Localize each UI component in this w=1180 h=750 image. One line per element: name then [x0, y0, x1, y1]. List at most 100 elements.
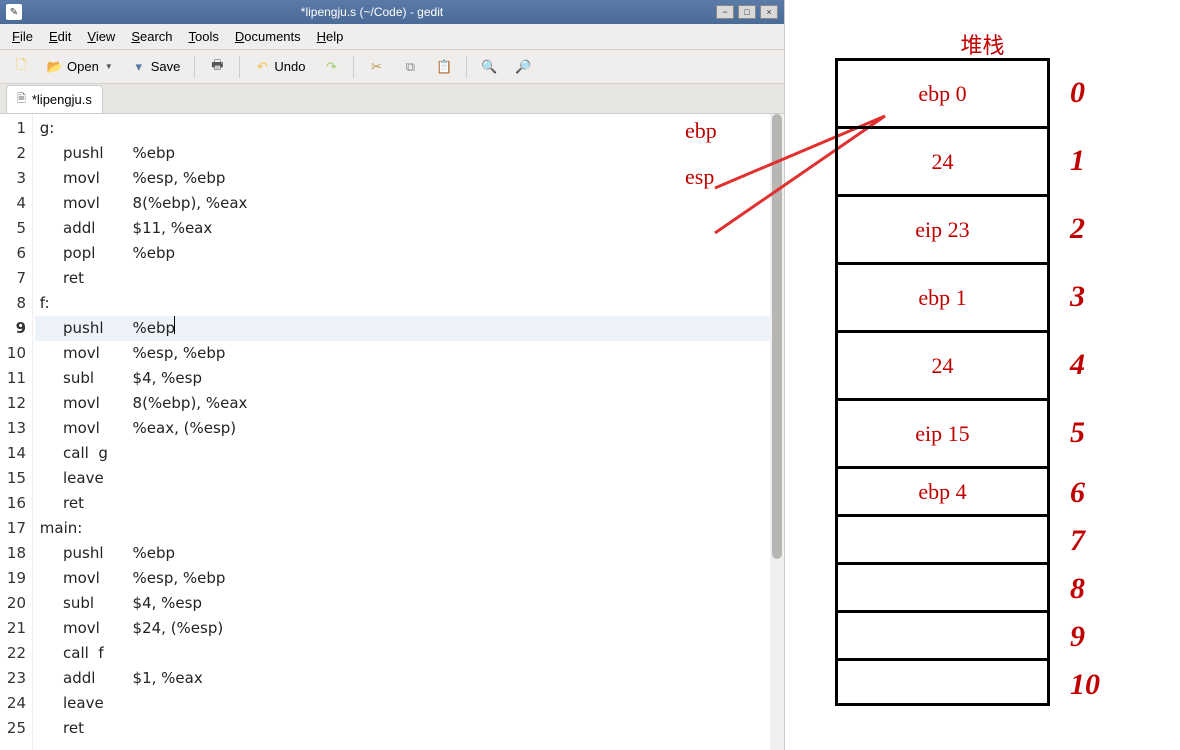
code-line[interactable]: subl $4, %esp	[35, 591, 784, 616]
code-line[interactable]: movl %esp, %ebp	[35, 566, 784, 591]
mnemonic: pushl	[63, 316, 123, 341]
code-line[interactable]: f:	[35, 291, 784, 316]
menu-edit[interactable]: Edit	[41, 26, 79, 47]
mnemonic: subl	[63, 591, 123, 616]
menu-view[interactable]: View	[79, 26, 123, 47]
mnemonic: movl	[63, 616, 123, 641]
code-line[interactable]: movl %eax, (%esp)	[35, 416, 784, 441]
code-editor[interactable]: 1234567891011121314151617181920212223242…	[0, 114, 784, 750]
redo-button[interactable]: ↷	[316, 55, 346, 79]
code-line[interactable]: ret	[35, 491, 784, 516]
paste-button[interactable]: 📋	[429, 55, 459, 79]
code-line[interactable]: movl %esp, %ebp	[35, 166, 784, 191]
menu-documents[interactable]: Documents	[227, 26, 309, 47]
maximize-button[interactable]: □	[738, 5, 756, 19]
line-number: 13	[2, 416, 26, 441]
close-button[interactable]: ×	[760, 5, 778, 19]
stack-index: 8	[1070, 572, 1085, 606]
line-number: 23	[2, 666, 26, 691]
find-icon: 🔍	[481, 59, 497, 75]
line-number: 3	[2, 166, 26, 191]
menu-search[interactable]: Search	[123, 26, 180, 47]
code-line[interactable]: call f	[35, 641, 784, 666]
editor-window: ✎ *lipengju.s (~/Code) - gedit − □ × Fil…	[0, 0, 785, 750]
operands: $4, %esp	[123, 366, 202, 391]
undo-button[interactable]: ↶ Undo	[247, 55, 312, 79]
replace-button[interactable]: 🔎	[508, 55, 538, 79]
stack-table: ebp 024eip 23ebp 124eip 15ebp 4	[835, 58, 1050, 706]
operands: %esp, %ebp	[123, 566, 225, 591]
dropdown-icon: ▼	[105, 62, 113, 71]
save-button[interactable]: ▾ Save	[124, 55, 188, 79]
scrollbar[interactable]	[770, 114, 784, 750]
code-line[interactable]: ret	[35, 266, 784, 291]
code-line[interactable]: pushl %ebp	[35, 541, 784, 566]
code-line[interactable]: pushl %ebp	[35, 316, 784, 341]
new-button[interactable]: 🗋	[6, 55, 36, 79]
code-line[interactable]: ret	[35, 716, 784, 741]
line-number: 6	[2, 241, 26, 266]
operands: %ebp	[123, 316, 175, 341]
ebp-pointer-label: ebp	[685, 118, 717, 144]
menu-bar: File Edit View Search Tools Documents He…	[0, 24, 784, 50]
code-line[interactable]: popl %ebp	[35, 241, 784, 266]
code-line[interactable]: movl 8(%ebp), %eax	[35, 191, 784, 216]
minimize-button[interactable]: −	[716, 5, 734, 19]
line-number: 25	[2, 716, 26, 741]
copy-button[interactable]: ⧉	[395, 55, 425, 79]
code-line[interactable]: addl $1, %eax	[35, 666, 784, 691]
mnemonic: movl	[63, 416, 123, 441]
stack-index: 10	[1070, 668, 1100, 702]
print-icon: 🖶	[209, 59, 225, 75]
operands: g	[89, 441, 108, 466]
code-line[interactable]: movl $24, (%esp)	[35, 616, 784, 641]
cut-button[interactable]: ✂	[361, 55, 391, 79]
code-line[interactable]: main:	[35, 516, 784, 541]
code-line[interactable]: addl $11, %eax	[35, 216, 784, 241]
operands: 8(%ebp), %eax	[123, 191, 247, 216]
mnemonic: movl	[63, 191, 123, 216]
print-button[interactable]: 🖶	[202, 55, 232, 79]
paste-icon: 📋	[436, 59, 452, 75]
code-line[interactable]: pushl %ebp	[35, 141, 784, 166]
code-label: f:	[35, 291, 50, 316]
stack-index: 9	[1070, 620, 1085, 654]
stack-index: 6	[1070, 476, 1085, 510]
window-title: *lipengju.s (~/Code) - gedit	[28, 5, 716, 19]
mnemonic: popl	[63, 241, 123, 266]
toolbar: 🗋 📂 Open ▼ ▾ Save 🖶 ↶ Undo ↷ ✂ ⧉	[0, 50, 784, 84]
mnemonic: movl	[63, 391, 123, 416]
cut-icon: ✂	[368, 59, 384, 75]
menu-help[interactable]: Help	[309, 26, 352, 47]
mnemonic: pushl	[63, 141, 123, 166]
stack-row	[835, 610, 1050, 658]
stack-index: 4	[1070, 348, 1085, 382]
code-content[interactable]: g: pushl %ebp movl %esp, %ebp movl 8(%eb…	[33, 114, 784, 750]
stack-row: ebp 4	[835, 466, 1050, 514]
code-line[interactable]: g:	[35, 116, 784, 141]
code-label: g:	[35, 116, 54, 141]
replace-icon: 🔎	[515, 59, 531, 75]
open-button[interactable]: 📂 Open ▼	[40, 55, 120, 79]
line-number: 8	[2, 291, 26, 316]
mnemonic: leave	[63, 466, 123, 491]
code-line[interactable]: leave	[35, 466, 784, 491]
copy-icon: ⧉	[402, 59, 418, 75]
code-line[interactable]: call g	[35, 441, 784, 466]
scrollbar-thumb[interactable]	[772, 114, 782, 559]
menu-tools[interactable]: Tools	[181, 26, 227, 47]
code-line[interactable]: subl $4, %esp	[35, 366, 784, 391]
mnemonic: call	[63, 441, 89, 466]
title-bar: ✎ *lipengju.s (~/Code) - gedit − □ ×	[0, 0, 784, 24]
mnemonic: ret	[63, 716, 123, 741]
menu-file[interactable]: File	[4, 26, 41, 47]
operands: f	[89, 641, 104, 666]
line-number: 10	[2, 341, 26, 366]
line-number: 2	[2, 141, 26, 166]
tab-file[interactable]: 🗎 *lipengju.s	[6, 85, 103, 113]
code-line[interactable]: leave	[35, 691, 784, 716]
code-line[interactable]: movl %esp, %ebp	[35, 341, 784, 366]
find-button[interactable]: 🔍	[474, 55, 504, 79]
separator	[466, 56, 467, 78]
code-line[interactable]: movl 8(%ebp), %eax	[35, 391, 784, 416]
